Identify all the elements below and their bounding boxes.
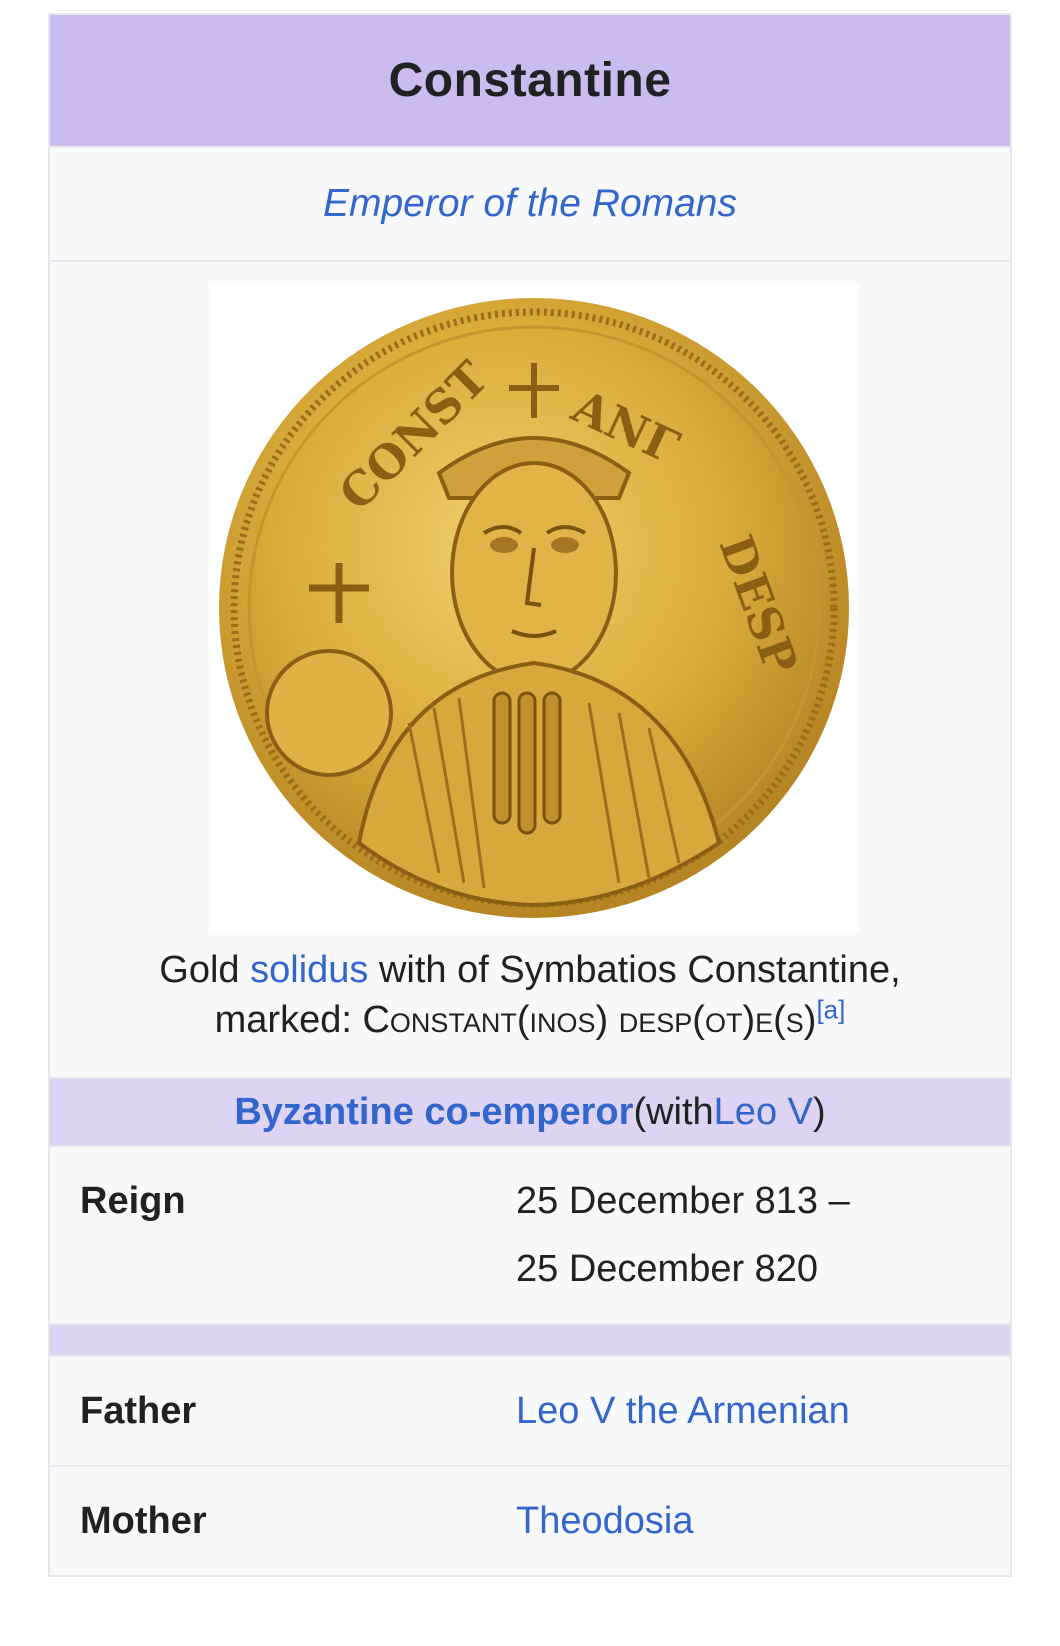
caption-text-pre: Gold: [159, 949, 251, 991]
coin-legend-text: Constant(inos) desp(ot)e(s): [362, 999, 817, 1041]
section-with-post: ): [812, 1090, 826, 1133]
infobox-header: Constantine: [50, 15, 1010, 148]
reign-end: 25 December 820: [516, 1248, 819, 1290]
reign-label: Reign: [80, 1180, 186, 1222]
father-link[interactable]: Leo V the Armenian: [516, 1390, 850, 1433]
section-divider: [50, 1325, 1010, 1357]
leo-v-link[interactable]: Leo V: [714, 1091, 813, 1134]
caption-text-post: with of Symbatios Constantine,: [368, 949, 901, 991]
section-header: Byzantine co-emperor (with Leo V): [50, 1079, 1010, 1147]
coin-image[interactable]: CONST ANΓ DESP: [209, 283, 859, 933]
solidus-link[interactable]: solidus: [250, 949, 368, 991]
section-with-pre: (with: [633, 1090, 714, 1133]
father-label: Father: [80, 1389, 197, 1432]
mother-row: Mother Theodosia: [50, 1467, 1010, 1575]
subtitle-row: Emperor of the Romans: [50, 148, 1010, 262]
infobox-title: Constantine: [388, 54, 672, 107]
emperor-of-the-romans-link[interactable]: Emperor of the Romans: [323, 182, 737, 226]
image-row: CONST ANΓ DESP Gold solidus with of Symb…: [50, 262, 1010, 1079]
reign-value: 25 December 813 – 25 December 820: [516, 1147, 850, 1323]
byzantine-co-emperor-link[interactable]: Byzantine co-emperor: [234, 1091, 633, 1134]
reign-start: 25 December 813 –: [516, 1180, 850, 1222]
father-row: Father Leo V the Armenian: [50, 1357, 1010, 1467]
mother-label: Mother: [80, 1499, 207, 1542]
gold-solidus-coin-icon: CONST ANΓ DESP: [219, 298, 849, 918]
mother-link[interactable]: Theodosia: [516, 1500, 693, 1543]
reign-row: Reign 25 December 813 – 25 December 820: [50, 1147, 1010, 1325]
image-caption: Gold solidus with of Symbatios Constanti…: [50, 945, 1010, 1045]
caption-line2-pre: marked:: [214, 999, 363, 1041]
infobox: Constantine Emperor of the Romans CONST …: [48, 13, 1012, 1577]
footnote-a-link[interactable]: [a]: [816, 994, 845, 1024]
